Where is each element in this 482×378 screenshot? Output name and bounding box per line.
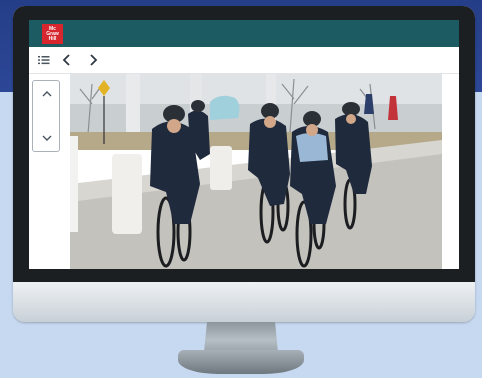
chevron-up-icon[interactable]	[40, 87, 54, 101]
page-nav-box	[32, 80, 60, 152]
police-bicycle-photo	[70, 74, 442, 269]
monitor-stand-neck	[204, 322, 278, 352]
chevron-down-icon[interactable]	[40, 131, 54, 145]
monitor-stand-base	[178, 350, 304, 374]
screen: Mc Graw Hill	[29, 20, 459, 269]
list-icon[interactable]	[37, 53, 51, 67]
sidebar-panel	[29, 74, 70, 269]
mcgraw-hill-logo[interactable]: Mc Graw Hill	[42, 24, 63, 44]
logo-line-3: Hill	[48, 35, 57, 42]
right-gutter	[442, 74, 459, 269]
toolbar	[29, 47, 459, 74]
chevron-right-icon[interactable]	[86, 53, 100, 67]
chevron-left-icon[interactable]	[60, 53, 74, 67]
app-header: Mc Graw Hill	[29, 20, 459, 47]
monitor-chin	[13, 282, 475, 322]
